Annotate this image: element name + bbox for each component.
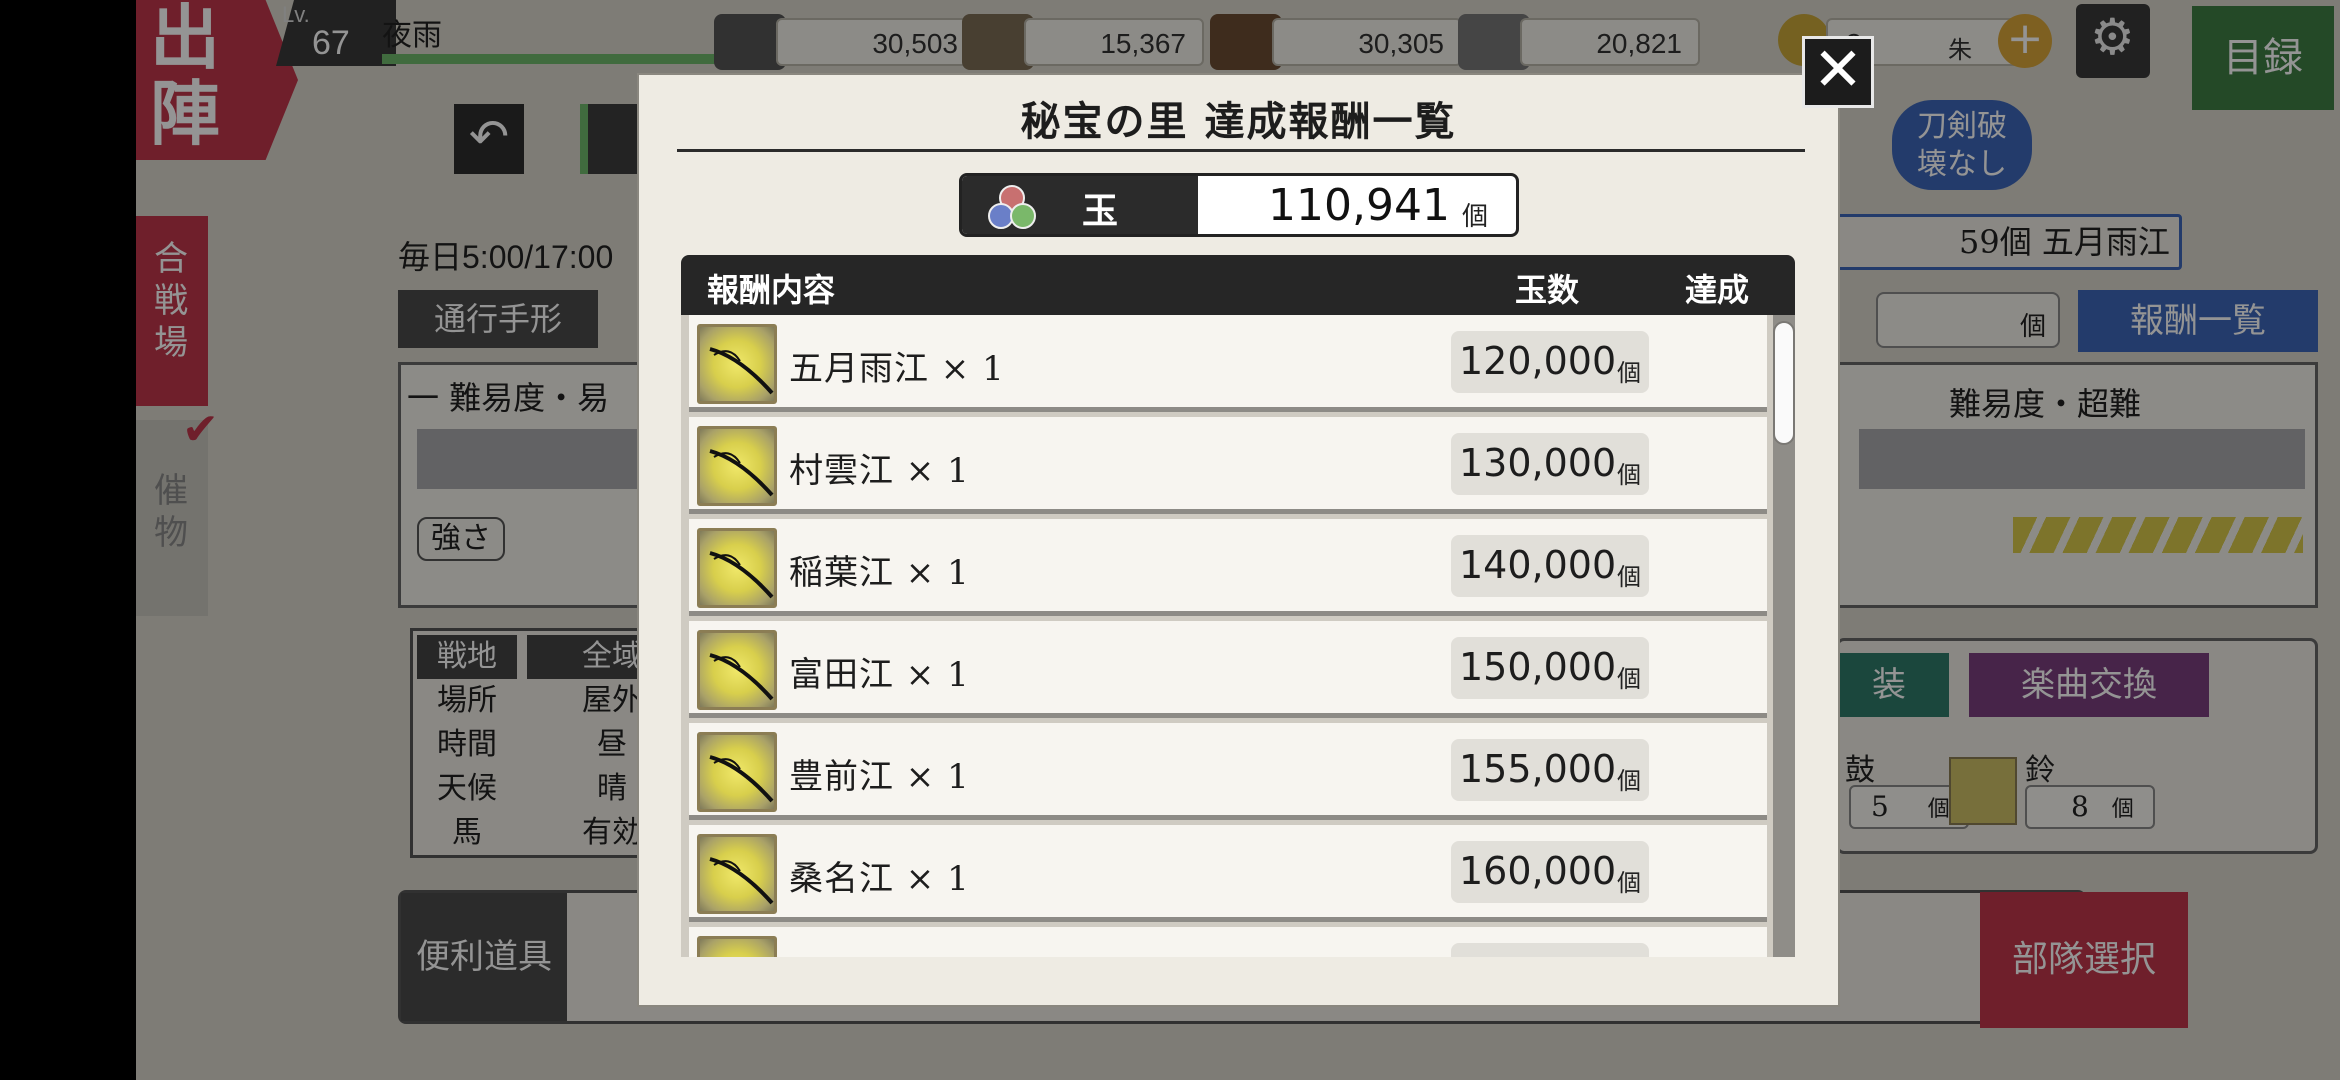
reward-row: 桑名江 × 1 160,000 個 (689, 825, 1767, 922)
col-achieved: 達成 (1685, 271, 1750, 309)
gem-value: 110,941 (1268, 180, 1450, 231)
reward-cost-unit: 個 (1617, 359, 1641, 387)
close-button[interactable]: ✕ (1802, 36, 1874, 108)
reward-table-header: 報酬内容 玉数 達成 (681, 255, 1795, 315)
gem-icon (988, 185, 1036, 229)
reward-name: 富田江 × 1 (789, 655, 970, 695)
sword-icon (697, 324, 777, 404)
reward-name: 五月雨江 × 1 (789, 349, 1005, 389)
reward-cost-value: 140,000 (1459, 543, 1617, 587)
gem-label-area: 玉 (962, 176, 1198, 234)
gem-label: 玉 (1082, 190, 1119, 232)
reward-cost-value: 150,000 (1459, 645, 1617, 689)
gem-counter: 玉 110,941 個 (959, 173, 1519, 237)
reward-cost-unit: 個 (1617, 665, 1641, 693)
title-divider (677, 149, 1805, 152)
reward-cost-value: 120,000 (1459, 339, 1617, 383)
reward-cost-unit: 個 (1617, 461, 1641, 489)
reward-cost (1451, 943, 1649, 957)
reward-cost-unit: 個 (1617, 869, 1641, 897)
col-reward-content: 報酬内容 (707, 271, 836, 309)
sword-icon (697, 936, 777, 957)
reward-row: 豊前江 × 1 155,000 個 (689, 723, 1767, 820)
reward-cost-unit: 個 (1617, 563, 1641, 591)
reward-cost: 130,000 個 (1451, 433, 1649, 495)
reward-row: 稲葉江 × 1 140,000 個 (689, 519, 1767, 616)
reward-row: 五月雨江 × 1 120,000 個 (689, 315, 1767, 412)
reward-name: 村雲江 × 1 (789, 451, 970, 491)
sword-icon (697, 426, 777, 506)
gem-unit: 個 (1462, 202, 1489, 232)
reward-cost: 120,000 個 (1451, 331, 1649, 393)
dialog-title: 秘宝の里 達成報酬一覧 (1020, 98, 1457, 145)
sword-icon (697, 834, 777, 914)
reward-name: 豊前江 × 1 (789, 757, 970, 797)
reward-cost-value: 155,000 (1459, 747, 1617, 791)
col-gem-count: 玉数 (1515, 271, 1580, 309)
sword-icon (697, 732, 777, 812)
reward-cost: 160,000 個 (1451, 841, 1649, 903)
scrollbar-thumb[interactable] (1773, 321, 1795, 445)
reward-cost: 140,000 個 (1451, 535, 1649, 597)
reward-name: 稲葉江 × 1 (789, 553, 970, 593)
reward-cost-unit: 個 (1617, 767, 1641, 795)
sword-icon (697, 630, 777, 710)
reward-row-partial (689, 927, 1767, 957)
reward-cost: 155,000 個 (1451, 739, 1649, 801)
reward-cost: 150,000 個 (1451, 637, 1649, 699)
reward-row: 村雲江 × 1 130,000 個 (689, 417, 1767, 514)
close-icon: ✕ (1812, 35, 1864, 105)
reward-name: 桑名江 × 1 (789, 859, 970, 899)
reward-list[interactable]: 五月雨江 × 1 120,000 個 村雲江 × 1 130,000 個 稲葉江 ×… (681, 315, 1795, 957)
sword-icon (697, 528, 777, 608)
reward-cost-value: 160,000 (1459, 849, 1617, 893)
reward-row: 富田江 × 1 150,000 個 (689, 621, 1767, 718)
reward-cost-value: 130,000 (1459, 441, 1617, 485)
reward-list-dialog: 秘宝の里 達成報酬一覧 玉 110,941 個 報酬内容 玉数 達成 五月雨江 … (637, 73, 1840, 1007)
